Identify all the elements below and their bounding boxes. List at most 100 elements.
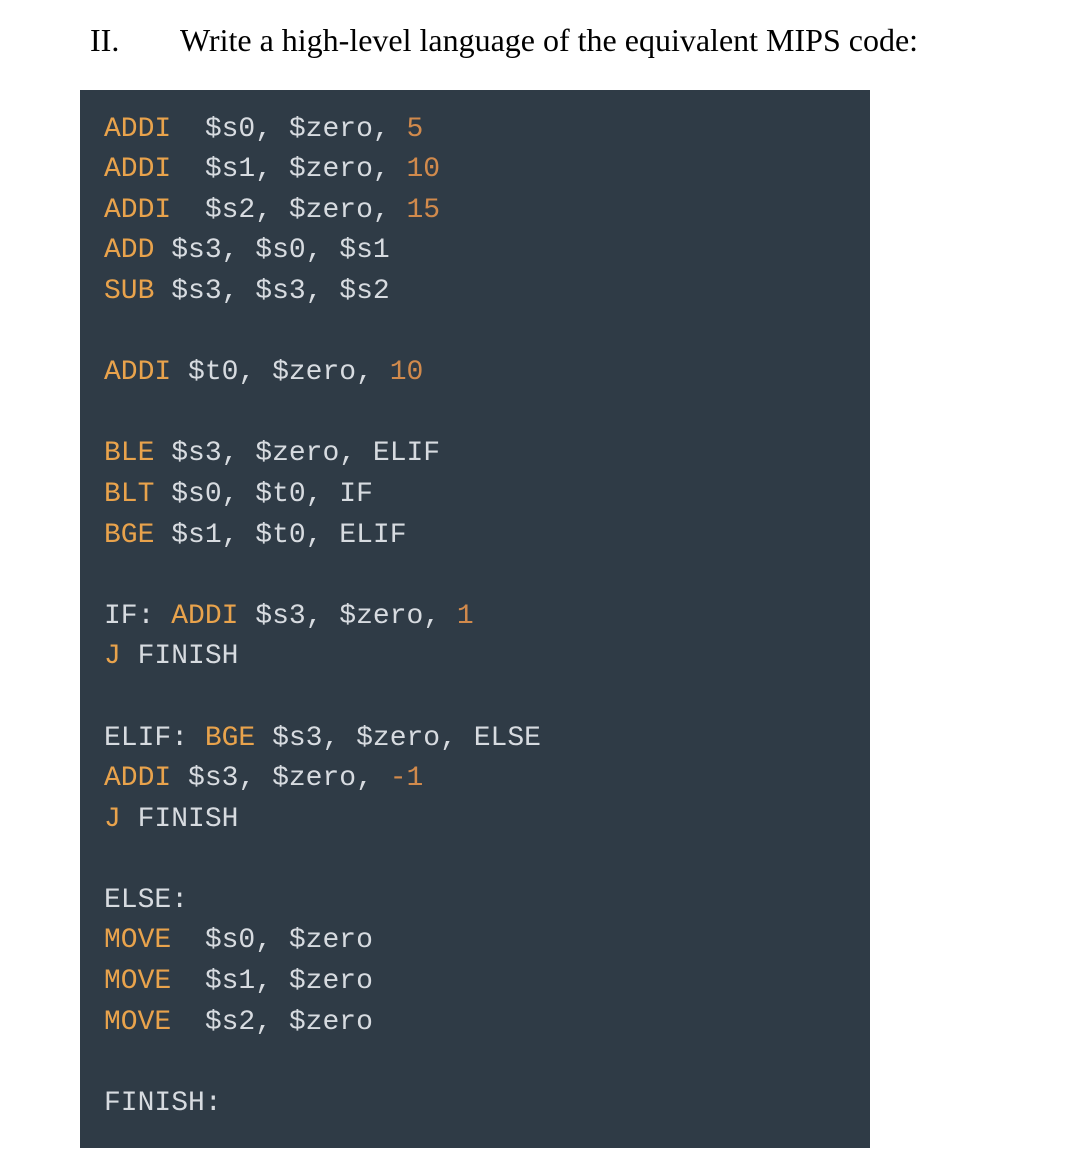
code-line [104, 1043, 846, 1084]
code-token-op: J [104, 804, 121, 835]
page: II. Write a high-level language of the e… [0, 0, 1080, 1150]
code-token-reg: , [440, 723, 474, 754]
code-token-reg: $zero [272, 357, 356, 388]
code-token-sp [154, 438, 171, 469]
code-token-reg: $zero [272, 763, 356, 794]
code-token-sp [238, 601, 255, 632]
code-token-reg: , [255, 925, 289, 956]
code-line: IF: ADDI $s3, $zero, 1 [104, 597, 846, 638]
code-line: ADD $s3, $s0, $s1 [104, 231, 846, 272]
code-line: SUB $s3, $s3, $s2 [104, 272, 846, 313]
code-token-op: BGE [205, 723, 255, 754]
code-token-reg: , [255, 114, 289, 145]
code-token-reg: , [356, 763, 390, 794]
code-token-reg: $s0 [171, 479, 221, 510]
code-token-sp [171, 925, 205, 956]
code-token-reg: $s1 [205, 966, 255, 997]
code-token-reg: , [306, 479, 340, 510]
code-token-num: 1 [457, 601, 474, 632]
code-token-sp [171, 1007, 205, 1038]
code-line: ELIF: BGE $s3, $zero, ELSE [104, 719, 846, 760]
code-line: MOVE $s1, $zero [104, 962, 846, 1003]
code-token-op: BLT [104, 479, 154, 510]
code-token-sp [171, 114, 205, 145]
code-line: J FINISH [104, 637, 846, 678]
code-line: ADDI $t0, $zero, 10 [104, 353, 846, 394]
code-line: ADDI $s2, $zero, 15 [104, 191, 846, 232]
code-token-reg: $t0 [255, 520, 305, 551]
code-line: FINISH: [104, 1084, 846, 1125]
code-token-sp [154, 276, 171, 307]
code-line [104, 840, 846, 881]
code-token-reg: , [238, 357, 272, 388]
code-token-reg: , [255, 195, 289, 226]
code-token-reg: , [255, 1007, 289, 1038]
code-line: ELSE: [104, 881, 846, 922]
code-token-reg: , [255, 154, 289, 185]
code-token-lbl: FINISH [138, 641, 239, 672]
code-token-op: ADDI [104, 763, 171, 794]
code-token-num: 15 [406, 195, 440, 226]
code-token-reg: $zero [289, 1007, 373, 1038]
code-token-reg: , [238, 763, 272, 794]
code-token-reg: $s3 [171, 438, 221, 469]
code-token-reg: $zero [289, 114, 373, 145]
code-token-sp [121, 641, 138, 672]
code-line [104, 313, 846, 354]
code-token-reg: , [322, 723, 356, 754]
code-token-reg: $s2 [205, 1007, 255, 1038]
code-token-op: J [104, 641, 121, 672]
code-token-reg: $s2 [205, 195, 255, 226]
code-token-reg: , [373, 114, 407, 145]
code-token-reg: $zero [255, 438, 339, 469]
question-text: Write a high-level language of the equiv… [180, 20, 1040, 62]
code-token-num: 10 [390, 357, 424, 388]
code-token-sp [171, 154, 205, 185]
code-token-op: SUB [104, 276, 154, 307]
code-token-reg: , [222, 276, 256, 307]
code-token-reg: , [222, 479, 256, 510]
mips-code-block: ADDI $s0, $zero, 5ADDI $s1, $zero, 10ADD… [80, 90, 870, 1149]
code-token-reg: , [306, 276, 340, 307]
code-token-reg: , [255, 966, 289, 997]
code-token-num: -1 [390, 763, 424, 794]
code-token-reg: , [356, 357, 390, 388]
code-token-reg: $s1 [171, 520, 221, 551]
code-token-num: 5 [406, 114, 423, 145]
code-token-lbl: IF [339, 479, 373, 510]
code-token-sp [171, 357, 188, 388]
code-token-reg: $s3 [171, 276, 221, 307]
code-token-op: ADDI [171, 601, 238, 632]
code-token-reg: $s3 [272, 723, 322, 754]
code-token-reg: $s3 [255, 601, 305, 632]
code-token-op: ADDI [104, 357, 171, 388]
code-token-reg: $t0 [255, 479, 305, 510]
code-token-reg: $zero [356, 723, 440, 754]
code-line: ADDI $s0, $zero, 5 [104, 110, 846, 151]
code-token-reg: , [306, 520, 340, 551]
code-token-reg: $t0 [188, 357, 238, 388]
code-token-reg: , [339, 438, 373, 469]
code-token-reg: $zero [339, 601, 423, 632]
code-token-reg: , [222, 520, 256, 551]
code-token-reg: , [373, 154, 407, 185]
code-token-reg: , [423, 601, 457, 632]
code-token-lbl: ELIF [373, 438, 440, 469]
code-token-sp [255, 723, 272, 754]
code-line: BLE $s3, $zero, ELIF [104, 434, 846, 475]
code-token-op: MOVE [104, 966, 171, 997]
code-token-lbl: IF: [104, 601, 154, 632]
code-token-sp [171, 195, 205, 226]
code-line: J FINISH [104, 800, 846, 841]
code-token-sp [154, 235, 171, 266]
code-token-op: BLE [104, 438, 154, 469]
code-token-op: BGE [104, 520, 154, 551]
code-token-op: ADD [104, 235, 154, 266]
code-line [104, 394, 846, 435]
code-token-reg: $zero [289, 966, 373, 997]
code-line: BGE $s1, $t0, ELIF [104, 516, 846, 557]
code-line [104, 678, 846, 719]
code-token-reg: $zero [289, 154, 373, 185]
code-token-sp [154, 601, 171, 632]
code-token-op: ADDI [104, 195, 171, 226]
